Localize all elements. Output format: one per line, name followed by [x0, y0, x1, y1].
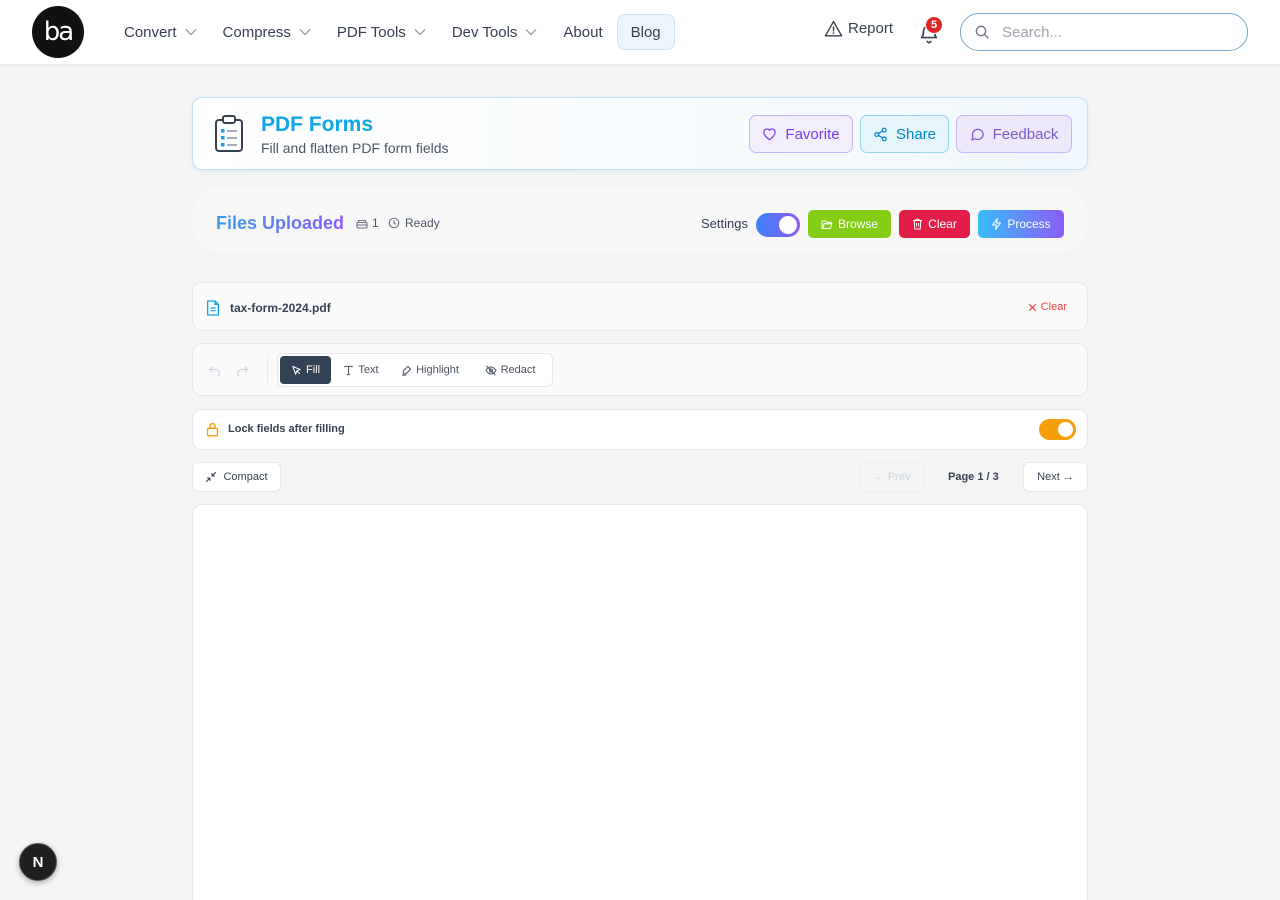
toolbar-divider: [267, 358, 268, 382]
trash-icon: [913, 218, 923, 230]
tool-text-label: Text: [358, 364, 379, 376]
nav-convert-label: Convert: [124, 23, 177, 41]
toggle-knob: [1058, 422, 1073, 437]
notification-badge: 5: [925, 16, 943, 34]
prev-page-button[interactable]: ← Prev: [860, 462, 924, 492]
nav-dev-tools[interactable]: Dev Tools: [440, 14, 550, 50]
warning-icon: [824, 20, 843, 37]
nav-compress[interactable]: Compress: [211, 14, 323, 50]
tool-highlight-label: Highlight: [416, 364, 459, 376]
feedback-button[interactable]: Feedback: [956, 115, 1072, 153]
tool-text[interactable]: Text: [335, 356, 387, 384]
clipboard-icon: [215, 115, 243, 152]
document-icon: [207, 300, 219, 316]
stack-icon: [356, 219, 368, 229]
lock-fields-toggle[interactable]: [1039, 419, 1076, 440]
nav-convert[interactable]: Convert: [112, 14, 209, 50]
tool-highlight[interactable]: Highlight: [392, 356, 468, 384]
share-label: Share: [895, 125, 937, 143]
nav-about[interactable]: About: [551, 14, 614, 50]
brand-logo[interactable]: ba: [32, 6, 84, 58]
file-item: tax-form-2024.pdf Clear: [192, 282, 1088, 331]
heart-icon: [763, 128, 777, 141]
nav-blog[interactable]: Blog: [616, 14, 675, 50]
tool-fill[interactable]: Fill: [280, 356, 331, 384]
highlighter-icon: [402, 365, 412, 376]
file-name: tax-form-2024.pdf: [230, 301, 331, 315]
nav-pdf-tools[interactable]: PDF Tools: [325, 14, 438, 50]
clock-icon: [388, 217, 400, 229]
chevron-down-icon: [299, 28, 311, 36]
page-indicator: Page 1 / 3: [948, 471, 999, 483]
nav-compress-label: Compress: [222, 23, 291, 41]
file-clear-label: Clear: [1040, 301, 1067, 313]
compact-button[interactable]: Compact: [192, 462, 281, 492]
top-header: ba Convert Compress PDF Tools Dev Tools …: [0, 0, 1280, 65]
cursor-icon: [292, 365, 301, 375]
tool-fill-label: Fill: [305, 364, 321, 376]
undo-icon[interactable]: [208, 364, 221, 376]
close-icon: [1028, 303, 1036, 311]
favorite-button[interactable]: Favorite: [749, 115, 853, 153]
folder-open-icon: [821, 220, 833, 229]
nav-dev-tools-label: Dev Tools: [451, 23, 518, 41]
minimize-icon: [206, 471, 217, 483]
annotation-toolbar: Fill Text Highlight Redact: [192, 343, 1088, 396]
brand-logo-text: ba: [43, 17, 74, 47]
files-uploaded-bar: Files Uploaded 1 Ready Settings Browse C…: [192, 186, 1088, 252]
clear-all-button[interactable]: Clear: [899, 210, 970, 238]
settings-toggle[interactable]: [756, 213, 800, 237]
redo-icon[interactable]: [236, 364, 249, 376]
report-button[interactable]: Report: [824, 20, 893, 37]
search-box: [960, 13, 1248, 51]
files-uploaded-title: Files Uploaded: [216, 213, 345, 233]
share-button[interactable]: Share: [860, 115, 949, 153]
main-nav: Convert Compress PDF Tools Dev Tools Abo…: [112, 14, 677, 50]
search-input[interactable]: [1002, 23, 1232, 41]
feedback-label: Feedback: [992, 125, 1059, 143]
file-count-value: 1: [372, 216, 379, 230]
lightning-icon: [992, 218, 1002, 230]
eye-off-icon: [484, 365, 497, 375]
lock-fields-label: Lock fields after filling: [228, 423, 345, 435]
favorite-label: Favorite: [785, 125, 840, 143]
file-clear-button[interactable]: Clear: [1028, 301, 1067, 313]
tool-header-card: PDF Forms Fill and flatten PDF form fiel…: [192, 97, 1088, 170]
file-count: 1: [356, 216, 379, 230]
compact-label: Compact: [223, 471, 268, 483]
report-label: Report: [848, 20, 894, 37]
file-status-label: Ready: [405, 216, 440, 230]
page-subtitle: Fill and flatten PDF form fields: [261, 140, 449, 156]
search-icon: [975, 25, 989, 39]
nav-blog-label: Blog: [630, 23, 661, 41]
settings-label: Settings: [701, 216, 748, 231]
toggle-knob: [779, 216, 797, 234]
chevron-down-icon: [185, 28, 197, 36]
lock-icon: [206, 422, 219, 437]
nav-about-label: About: [563, 23, 603, 41]
chat-bubble-icon: [970, 128, 984, 140]
file-status: Ready: [388, 216, 440, 230]
process-button[interactable]: Process: [978, 210, 1064, 238]
browse-button[interactable]: Browse: [808, 210, 891, 238]
dev-tools-fab[interactable]: N: [19, 843, 57, 881]
clear-all-label: Clear: [928, 217, 957, 231]
chevron-down-icon: [525, 28, 537, 36]
pdf-canvas[interactable]: [192, 504, 1088, 900]
tool-redact-label: Redact: [500, 364, 536, 376]
text-icon: [344, 365, 354, 375]
lock-fields-row: Lock fields after filling: [192, 409, 1088, 450]
browse-label: Browse: [837, 217, 878, 231]
tool-mode-group: Fill Text Highlight Redact: [277, 353, 553, 387]
nav-pdf-tools-label: PDF Tools: [336, 23, 406, 41]
next-page-button[interactable]: Next →: [1023, 462, 1088, 492]
chevron-down-icon: [414, 28, 426, 36]
page-title: PDF Forms: [261, 113, 374, 136]
process-label: Process: [1007, 217, 1051, 231]
share-icon: [874, 127, 887, 141]
tool-redact[interactable]: Redact: [474, 356, 546, 384]
